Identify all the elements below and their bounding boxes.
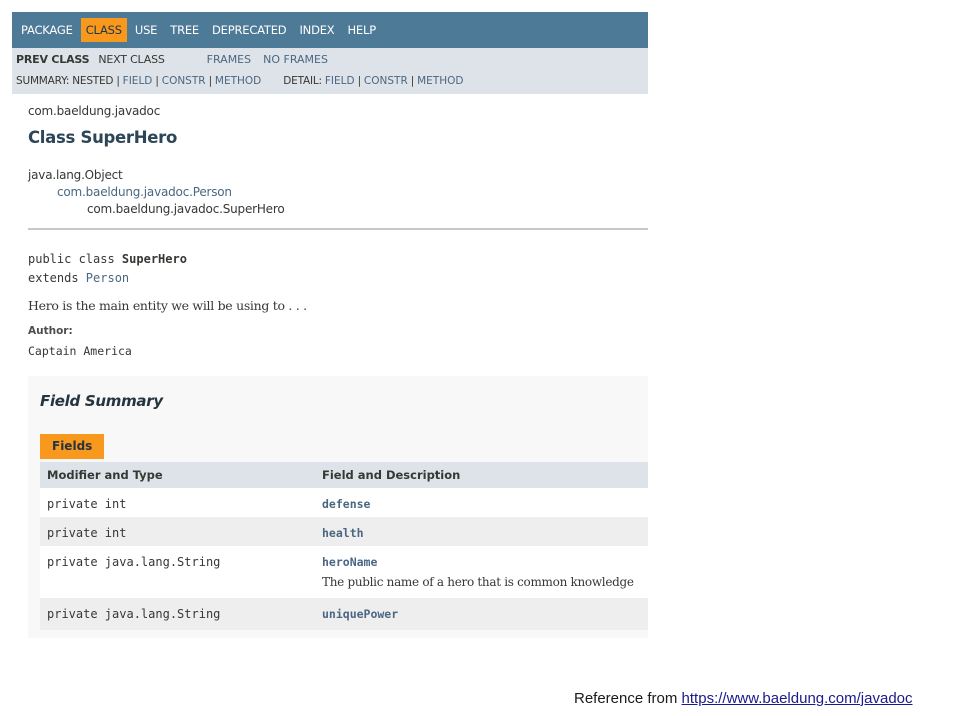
sub-navbar: PREV CLASS NEXT CLASS FRAMES NO FRAMES S… xyxy=(12,48,648,94)
detail-constr-link[interactable]: CONSTR xyxy=(364,75,408,87)
field-type: private java.lang.String xyxy=(47,607,221,621)
reference-url-link[interactable]: https://www.baeldung.com/javadoc xyxy=(682,690,913,707)
reference-caption: Reference from https://www.baeldung.com/… xyxy=(574,690,913,707)
field-summary-title: Field Summary xyxy=(40,392,163,410)
author-label: Author: xyxy=(28,325,73,337)
prev-class-label: PREV CLASS xyxy=(16,52,90,66)
class-description: Hero is the main entity we will be using… xyxy=(28,298,307,313)
javadoc-page: PACKAGE CLASS USE TREE DEPRECATED INDEX … xyxy=(12,12,648,638)
field-type: private int xyxy=(47,497,127,511)
table-row: private int defense xyxy=(40,488,648,517)
divider xyxy=(28,228,648,230)
nav-class: CLASS xyxy=(80,18,127,42)
nav-tree[interactable]: TREE xyxy=(165,18,204,42)
no-frames-link[interactable]: NO FRAMES xyxy=(263,53,328,66)
field-summary: Field Summary Fields Modifier and Type F… xyxy=(28,376,648,638)
inheritance-object: java.lang.Object xyxy=(28,168,123,182)
field-name-link[interactable]: uniquePower xyxy=(322,607,398,621)
inheritance-person-link[interactable]: com.baeldung.javadoc.Person xyxy=(57,185,232,199)
summary-field-link[interactable]: FIELD xyxy=(123,75,153,87)
table-row: private int health xyxy=(40,517,648,546)
nav-help[interactable]: HELP xyxy=(342,18,380,42)
package-name: com.baeldung.javadoc xyxy=(28,104,161,118)
frames-link[interactable]: FRAMES xyxy=(207,53,251,66)
separator: | xyxy=(116,75,120,87)
inheritance-superhero: com.baeldung.javadoc.SuperHero xyxy=(87,202,285,216)
separator: | xyxy=(357,75,362,87)
field-name-link[interactable]: heroName xyxy=(322,555,377,569)
decl-superclass-link[interactable]: Person xyxy=(86,271,129,285)
decl-class-name: SuperHero xyxy=(121,252,187,266)
page-title: Class SuperHero xyxy=(28,128,178,147)
reference-prefix: Reference from xyxy=(574,690,682,707)
inheritance-tree: java.lang.Object com.baeldung.javadoc.Pe… xyxy=(12,167,648,218)
class-declaration: public class SuperHero extends Person xyxy=(12,250,648,288)
nav-package[interactable]: PACKAGE xyxy=(16,18,78,42)
separator: | xyxy=(208,75,213,87)
field-description: The public name of a hero that is common… xyxy=(322,575,634,589)
detail-method-link[interactable]: METHOD xyxy=(417,75,463,87)
col-modifier-type: Modifier and Type xyxy=(47,468,163,482)
nav-index[interactable]: INDEX xyxy=(294,18,339,42)
detail-label: DETAIL: xyxy=(283,75,322,87)
summary-nested: NESTED xyxy=(72,75,114,87)
summary-method-link[interactable]: METHOD xyxy=(215,75,261,87)
field-name-link[interactable]: health xyxy=(322,526,364,540)
field-name-link[interactable]: defense xyxy=(322,497,370,511)
summary-constr-link[interactable]: CONSTR xyxy=(162,75,206,87)
author-value: Captain America xyxy=(28,344,132,358)
nav-deprecated[interactable]: DEPRECATED xyxy=(207,18,291,42)
detail-field-link[interactable]: FIELD xyxy=(325,75,355,87)
field-type: private int xyxy=(47,526,127,540)
decl-extends: extends xyxy=(28,271,86,285)
fields-tab: Fields xyxy=(40,434,105,459)
top-navbar: PACKAGE CLASS USE TREE DEPRECATED INDEX … xyxy=(12,12,648,48)
table-header: Modifier and Type Field and Description xyxy=(40,462,648,488)
table-row: private java.lang.String heroName The pu… xyxy=(40,546,648,598)
class-header: com.baeldung.javadoc Class SuperHero xyxy=(12,104,648,147)
subnav-row-1: PREV CLASS NEXT CLASS FRAMES NO FRAMES xyxy=(16,48,644,70)
next-class-label: NEXT CLASS xyxy=(98,52,165,66)
col-field-description: Field and Description xyxy=(322,468,461,482)
table-row: private java.lang.String uniquePower xyxy=(40,598,648,630)
summary-label: SUMMARY: xyxy=(16,75,70,87)
separator: | xyxy=(155,75,159,87)
fields-table: Modifier and Type Field and Description … xyxy=(40,462,648,630)
separator: | xyxy=(410,75,415,87)
nav-use[interactable]: USE xyxy=(130,18,162,42)
subnav-row-2: SUMMARY: NESTED | FIELD | CONSTR | METHO… xyxy=(16,70,644,92)
field-type: private java.lang.String xyxy=(47,555,221,569)
decl-prefix: public class xyxy=(28,252,122,266)
